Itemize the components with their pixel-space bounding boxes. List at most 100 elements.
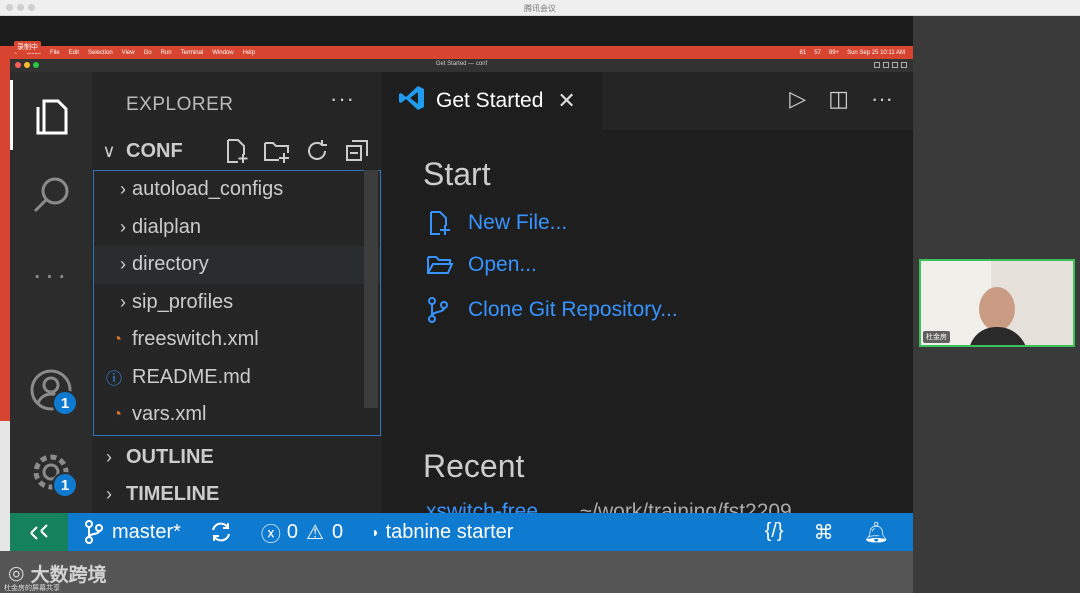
run-icon[interactable]: ▷ — [789, 86, 806, 112]
menubar-clock[interactable]: Sun Sep 25 10:11 AM — [847, 50, 905, 56]
share-caption: 杜金房的屏幕共享 — [4, 585, 60, 592]
code-format-icon[interactable]: {/} — [765, 520, 784, 545]
tree-file-freeswitch-xml[interactable]: ◔ freeswitch.xml — [94, 321, 380, 359]
menu-help[interactable]: Help — [243, 50, 255, 56]
sync-button[interactable] — [209, 520, 233, 544]
clone-git-link[interactable]: Clone Git Repository... — [426, 296, 678, 324]
accounts-badge: 1 — [52, 390, 78, 416]
remote-indicator-button[interactable] — [10, 513, 68, 551]
git-branch-icon — [426, 296, 456, 324]
tree-folder-sip-profiles[interactable]: › sip_profiles — [94, 284, 380, 322]
menu-selection[interactable]: Selection — [88, 50, 113, 56]
chevron-down-icon: ∨ — [102, 140, 116, 161]
close-icon[interactable]: ✕ — [557, 88, 575, 114]
error-count: 0 — [286, 520, 299, 543]
problems-status[interactable]: ⓧ 0 ⚠ 0 — [261, 518, 343, 547]
tabnine-status[interactable]: ◗ tabnine starter — [371, 521, 513, 544]
settings-badge: 1 — [52, 472, 78, 498]
refresh-button[interactable] — [302, 136, 332, 166]
status-right-items: {/} ⌘ 🔔︎ — [765, 520, 913, 545]
meeting-title: 腾讯会议 — [524, 4, 556, 13]
tabnine-icon: ◗ — [371, 524, 380, 540]
window-title: Get Started — conf — [435, 61, 488, 67]
more-actions-icon[interactable]: ··· — [871, 86, 893, 112]
vscode-titlebar: Get Started — conf — [10, 59, 913, 72]
explorer-activity-icon[interactable] — [10, 80, 92, 150]
git-branch-icon — [85, 520, 103, 544]
clone-label: Clone Git Repository... — [468, 298, 678, 321]
new-file-link[interactable]: New File... — [426, 210, 567, 236]
menu-window[interactable]: Window — [212, 50, 233, 56]
notifications-bell-icon[interactable]: 🔔︎ — [864, 520, 889, 545]
participant-name: 杜金房 — [923, 331, 950, 343]
status-count[interactable]: 57 — [814, 50, 821, 56]
battery-status[interactable]: 81 — [800, 50, 807, 56]
warning-count: 0 — [331, 520, 344, 543]
menu-file[interactable]: File — [50, 50, 60, 56]
tree-item-label: README.md — [132, 365, 251, 388]
explorer-more-button[interactable]: ··· — [330, 86, 355, 112]
more-activity-icon[interactable]: ··· — [10, 240, 92, 310]
sync-icon — [211, 522, 230, 542]
tree-file-vars-xml[interactable]: ◔ vars.xml — [94, 396, 380, 434]
tabnine-label: tabnine starter — [385, 520, 514, 543]
wechat-count[interactable]: 99+ — [829, 50, 839, 56]
participant-video[interactable]: 杜金房 — [919, 259, 1075, 347]
tree-item-label: autoload_configs — [132, 178, 284, 201]
branch-status[interactable]: master* — [84, 520, 181, 544]
accounts-icon[interactable] — [10, 355, 92, 425]
tree-folder-dialplan[interactable]: › dialplan — [94, 209, 380, 247]
open-label: Open... — [468, 253, 537, 276]
explorer-title: EXPLORER — [126, 94, 234, 115]
editor-actions: ▷ ◫ ··· — [789, 86, 893, 112]
tree-item-label: dialplan — [132, 215, 201, 238]
rss-icon: ◔ — [112, 330, 122, 348]
status-bar: master* ⓧ 0 ⚠ 0 ◗ tabnine starter {/} ⌘ … — [10, 513, 913, 551]
split-editor-icon[interactable]: ◫ — [828, 86, 849, 112]
menu-terminal[interactable]: Terminal — [181, 50, 204, 56]
tree-item-label: vars.xml — [132, 403, 207, 426]
menu-edit[interactable]: Edit — [69, 50, 79, 56]
meeting-titlebar: 腾讯会议 — [0, 0, 1080, 16]
chevron-right-icon: › — [120, 216, 126, 237]
chevron-right-icon: › — [106, 446, 112, 467]
screen-share-bottom — [0, 551, 913, 593]
recording-badge: 录制中 — [14, 41, 41, 53]
mac-menubar: ● Code File Edit Selection View Go Run T… — [0, 46, 913, 59]
recent-heading: Recent — [423, 448, 525, 484]
menubar-status: 81 57 99+ Sun Sep 25 10:11 AM — [800, 50, 914, 56]
menu-run[interactable]: Run — [161, 50, 172, 56]
timeline-section-header[interactable]: › TIMELINE — [92, 476, 382, 512]
menu-view[interactable]: View — [122, 50, 135, 56]
tree-folder-autoload-configs[interactable]: › autoload_configs — [94, 171, 380, 209]
layout-controls[interactable] — [874, 62, 907, 68]
activity-bar: ··· 1 1 — [10, 72, 92, 513]
outline-section-header[interactable]: › OUTLINE — [92, 439, 382, 475]
collapse-all-button[interactable] — [342, 136, 372, 166]
outline-label: OUTLINE — [126, 445, 214, 468]
explorer-toolbar — [222, 136, 372, 166]
recent-item-path: ~/work/training/fst2209 — [579, 500, 792, 513]
chevron-right-icon: › — [106, 483, 112, 504]
open-link[interactable]: Open... — [426, 253, 537, 277]
tree-item-label: freeswitch.xml — [132, 328, 259, 351]
recent-item[interactable]: xswitch-free ~/work/training/fst2209 — [426, 500, 792, 513]
search-activity-icon[interactable] — [10, 160, 92, 230]
start-heading: Start — [423, 156, 491, 192]
editor-tab-bar: Get Started ✕ ▷ ◫ ··· — [382, 72, 913, 130]
recent-item-name: xswitch-free — [426, 500, 539, 513]
branch-name: master* — [112, 520, 181, 543]
tab-label: Get Started — [436, 89, 544, 112]
new-file-button[interactable] — [222, 136, 252, 166]
tree-scrollbar[interactable] — [364, 170, 378, 408]
tree-file-readme[interactable]: ⓘ README.md — [94, 359, 380, 397]
chevron-right-icon: › — [120, 179, 126, 200]
tab-get-started[interactable]: Get Started ✕ — [382, 72, 602, 130]
get-started-page: Start New File... Open... Clone Git Repo… — [382, 130, 913, 513]
menu-go[interactable]: Go — [144, 50, 152, 56]
feedback-icon[interactable]: ⌘ — [814, 520, 834, 545]
folder-open-icon — [426, 253, 456, 277]
tree-folder-directory[interactable]: › directory — [94, 246, 380, 284]
settings-gear-icon[interactable] — [10, 437, 92, 507]
new-folder-button[interactable] — [262, 136, 292, 166]
